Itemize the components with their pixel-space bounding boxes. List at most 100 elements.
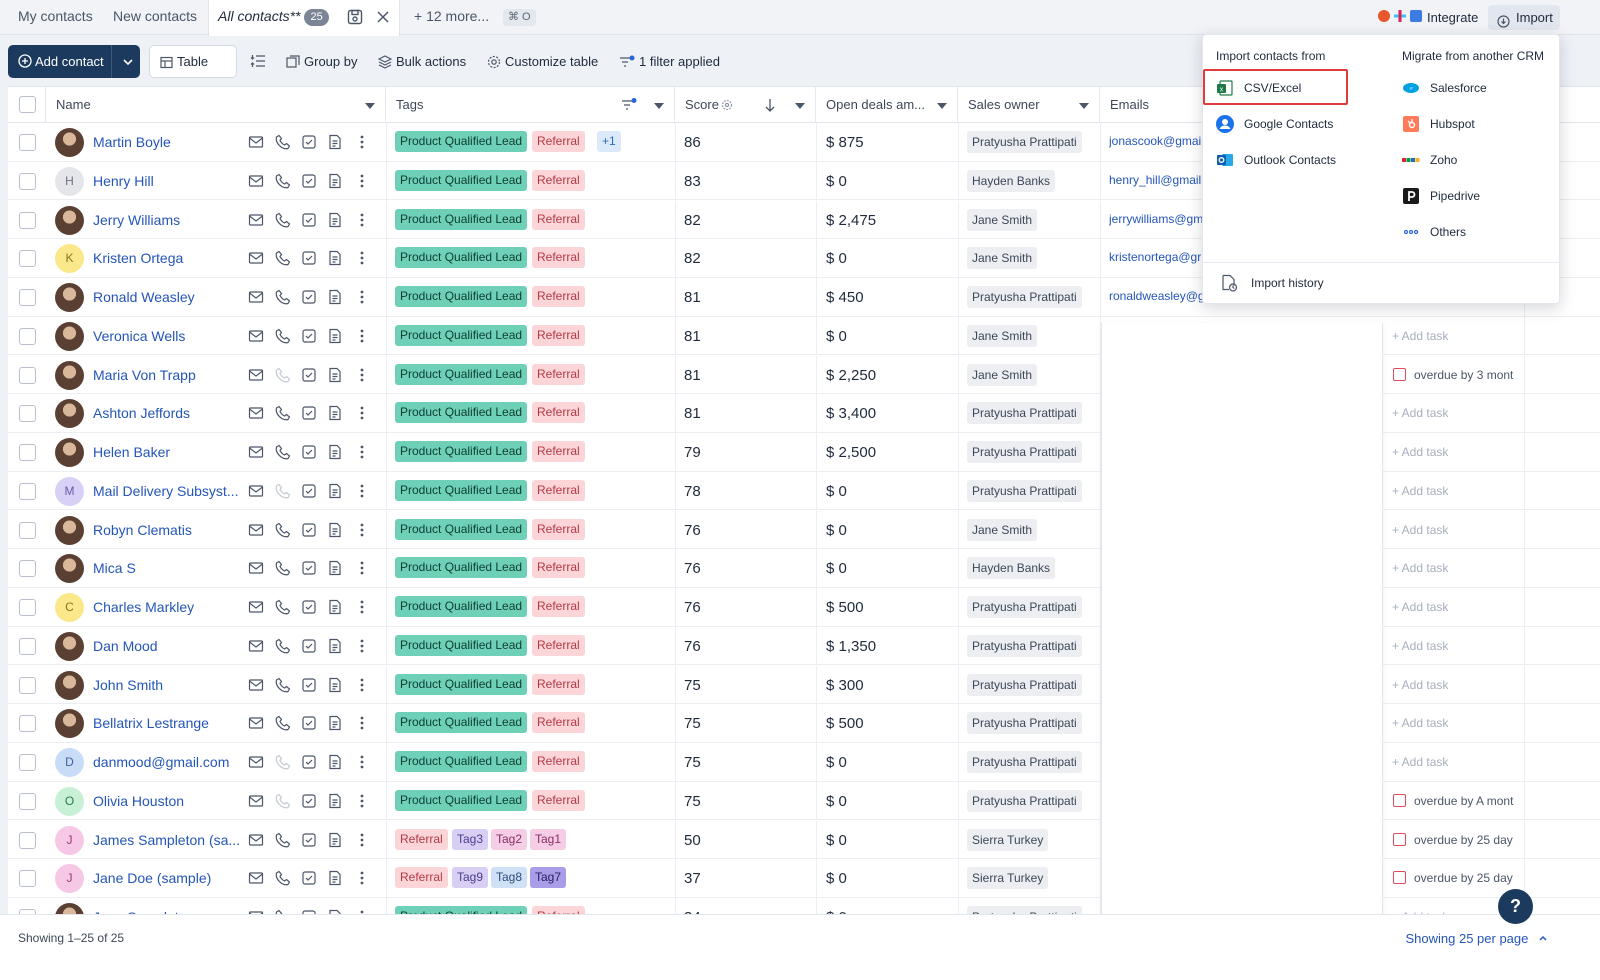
contact-name-link[interactable]: Maria Von Trapp (93, 356, 243, 394)
note-icon[interactable] (327, 405, 343, 421)
more-vertical-icon[interactable] (354, 754, 370, 770)
mail-icon[interactable] (248, 715, 264, 731)
phone-icon[interactable] (275, 212, 291, 228)
column-menu-icon[interactable] (654, 103, 664, 109)
avatar[interactable] (55, 903, 84, 914)
contact-name-link[interactable]: Ronald Weasley (93, 278, 243, 316)
column-header-sales-owner[interactable]: Sales owner (958, 87, 1100, 123)
more-vertical-icon[interactable] (354, 560, 370, 576)
note-icon[interactable] (327, 483, 343, 499)
more-vertical-icon[interactable] (354, 328, 370, 344)
sort-descending-icon[interactable] (764, 98, 776, 112)
sales-owner-badge[interactable]: Pratyusha Prattipati (967, 479, 1082, 502)
contact-name-link[interactable]: Mail Delivery Subsyst... (93, 472, 243, 510)
note-icon[interactable] (327, 560, 343, 576)
integrate-button[interactable]: Integrate (1419, 5, 1486, 30)
phone-icon[interactable] (275, 367, 291, 383)
tag-badge[interactable]: +1 (597, 131, 621, 152)
row-checkbox[interactable] (19, 211, 36, 229)
row-checkbox[interactable] (19, 134, 36, 151)
sales-owner-badge[interactable]: Jane Smith (967, 208, 1038, 231)
mail-icon[interactable] (248, 173, 264, 189)
phone-icon[interactable] (275, 754, 291, 770)
avatar[interactable] (55, 360, 84, 390)
phone-icon[interactable] (275, 599, 291, 615)
row-checkbox[interactable] (19, 676, 36, 694)
add-task-button[interactable]: + Add task (1392, 588, 1448, 626)
task-icon[interactable] (301, 870, 317, 886)
note-icon[interactable] (327, 367, 343, 383)
contact-name-link[interactable]: Jane Doe (sample) (93, 859, 243, 897)
task-icon[interactable] (301, 483, 317, 499)
avatar[interactable] (55, 670, 84, 700)
add-task-button[interactable]: + Add task (1392, 511, 1448, 549)
tab-new-contacts[interactable]: New contacts (113, 0, 197, 35)
contact-name-link[interactable]: Helen Baker (93, 433, 243, 471)
sales-owner-badge[interactable]: Jane Smith (967, 324, 1038, 347)
more-vertical-icon[interactable] (354, 793, 370, 809)
tag-badge[interactable]: Referral (532, 518, 585, 540)
avatar[interactable] (55, 399, 84, 429)
avatar[interactable]: J (55, 864, 84, 894)
add-task-button[interactable]: + Add task (1392, 433, 1448, 471)
tag-badge[interactable]: Referral (532, 712, 585, 734)
contact-name-link[interactable]: Robyn Clematis (93, 511, 243, 549)
row-checkbox[interactable] (19, 831, 36, 849)
mail-icon[interactable] (248, 328, 264, 344)
note-icon[interactable] (327, 832, 343, 848)
email-link[interactable]: henry_hill@gmail. (1109, 162, 1204, 198)
mail-icon[interactable] (248, 483, 264, 499)
add-task-button[interactable]: + Add task (1392, 317, 1448, 355)
sales-owner-badge[interactable]: Pratyusha Prattipati (967, 634, 1082, 657)
sales-owner-badge[interactable]: Hayden Banks (967, 169, 1056, 192)
more-vertical-icon[interactable] (354, 832, 370, 848)
tag-badge[interactable]: Tag1 (530, 828, 567, 850)
phone-icon[interactable] (275, 289, 291, 305)
add-task-button[interactable]: + Add task (1392, 743, 1448, 781)
tag-badge[interactable]: Referral (395, 867, 448, 889)
sales-owner-badge[interactable]: Pratyusha Prattipati (967, 402, 1082, 425)
tag-badge[interactable]: Referral (532, 286, 585, 307)
tag-badge[interactable]: Referral (532, 247, 585, 269)
tag-badge[interactable]: Tag2 (491, 828, 528, 850)
add-contact-button[interactable]: Add contact (8, 45, 140, 78)
tag-badge[interactable]: Product Qualified Lead (395, 673, 528, 695)
contact-name-link[interactable]: danmood@gmail.com (93, 743, 243, 781)
tag-badge[interactable]: Referral (532, 673, 585, 695)
tag-badge[interactable]: Product Qualified Lead (395, 596, 528, 617)
view-select[interactable]: Table (149, 45, 237, 96)
mail-icon[interactable] (248, 367, 264, 383)
note-icon[interactable] (327, 599, 343, 615)
sales-owner-badge[interactable]: Pratyusha Prattipati (967, 596, 1082, 618)
overdue-task[interactable]: overdue by 25 day (1393, 859, 1513, 897)
add-task-button[interactable]: + Add task (1392, 666, 1448, 704)
task-icon[interactable] (301, 832, 317, 848)
email-link[interactable]: jerrywilliams@gm (1109, 201, 1204, 237)
tag-badge[interactable]: Tag8 (491, 867, 528, 889)
note-icon[interactable] (327, 754, 343, 770)
task-icon[interactable] (301, 405, 317, 421)
row-checkbox[interactable] (19, 366, 36, 384)
mail-icon[interactable] (248, 599, 264, 615)
mail-icon[interactable] (248, 522, 264, 538)
tag-badge[interactable]: Referral (532, 634, 585, 656)
tag-badge[interactable]: Product Qualified Lead (395, 363, 528, 385)
task-icon[interactable] (301, 793, 317, 809)
task-icon[interactable] (301, 599, 317, 615)
sales-owner-badge[interactable]: Sierra Turkey (967, 828, 1049, 851)
row-checkbox[interactable] (19, 870, 36, 888)
tag-badge[interactable]: Product Qualified Lead (395, 557, 528, 579)
tag-badge[interactable]: Product Qualified Lead (395, 247, 528, 269)
customize-table-button[interactable]: Customize table (487, 45, 598, 78)
row-density-button[interactable] (250, 45, 270, 78)
select-all-checkbox[interactable] (19, 96, 36, 113)
row-checkbox[interactable] (19, 599, 36, 616)
more-vertical-icon[interactable] (354, 405, 370, 421)
add-task-button[interactable]: + Add task (1392, 898, 1448, 914)
add-task-button[interactable]: + Add task (1392, 394, 1448, 432)
phone-icon[interactable] (275, 677, 291, 693)
note-icon[interactable] (327, 677, 343, 693)
contact-name-link[interactable]: Martin Boyle (93, 123, 243, 161)
note-icon[interactable] (327, 289, 343, 305)
note-icon[interactable] (327, 715, 343, 731)
